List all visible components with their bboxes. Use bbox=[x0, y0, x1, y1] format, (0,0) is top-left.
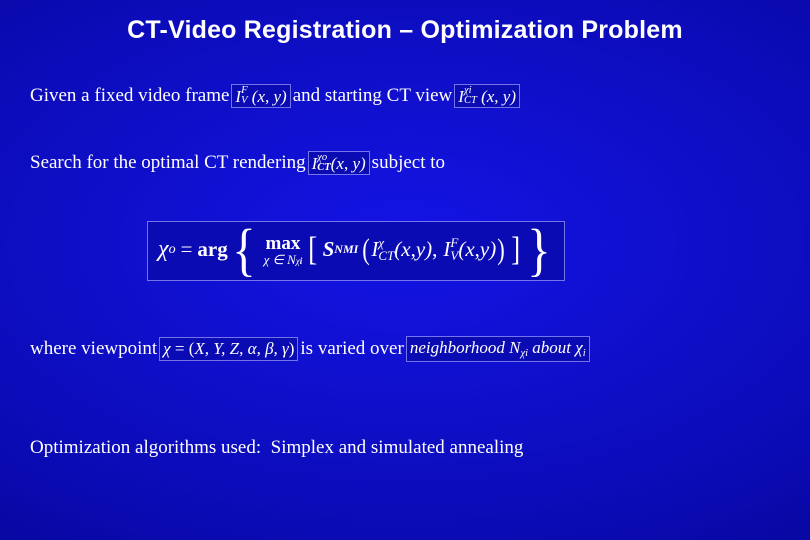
max-operator: max χ ∈ Nχi bbox=[263, 232, 303, 267]
similarity-measure: S NMI bbox=[322, 237, 359, 262]
equation-arg-ct: Iχ CT (x, y), bbox=[371, 235, 438, 263]
line2-text-part2: subject to bbox=[371, 152, 446, 174]
statement-line-4: where viewpoint χ = (X, Y, Z, α, β, γ) i… bbox=[30, 337, 592, 362]
statement-line-5: Optimization algorithms used: Simplex an… bbox=[30, 437, 523, 459]
equation-arg-video: I F V (x, y) bbox=[443, 235, 497, 263]
line5-text: Optimization algorithms used: Simplex an… bbox=[30, 437, 524, 458]
equation-starting-ct-view: Iχi CT (x, y) bbox=[455, 85, 520, 108]
line4-text-part1: where viewpoint bbox=[30, 338, 158, 360]
slide: CT-Video Registration – Optimization Pro… bbox=[0, 0, 810, 540]
equation-neighborhood: neighborhood Nχi about χi bbox=[406, 337, 589, 362]
line1-text-part2: and starting CT view bbox=[292, 85, 453, 107]
bracket-close: ] bbox=[511, 231, 521, 269]
equation-optimization-main: χo = arg { max χ ∈ Nχi [ S NMI ( Iχ CT (x, … bbox=[148, 217, 565, 282]
equation-lhs: χo = arg bbox=[158, 236, 228, 263]
statement-line-2: Search for the optimal CT rendering Iχo C… bbox=[30, 152, 446, 175]
equation-viewpoint-vector: χ = (X, Y, Z, α, β, γ) bbox=[160, 338, 298, 360]
brace-close: } bbox=[526, 217, 551, 282]
statement-line-1: Given a fixed video frame IFV (x, y) and… bbox=[30, 85, 522, 108]
brace-open: { bbox=[231, 217, 256, 282]
page-title: CT-Video Registration – Optimization Pro… bbox=[127, 16, 683, 44]
line2-text-part1: Search for the optimal CT rendering bbox=[30, 152, 306, 174]
paren-open: ( bbox=[362, 232, 371, 266]
line4-text-part2: is varied over bbox=[300, 338, 404, 360]
equation-fixed-video-frame: IFV (x, y) bbox=[232, 85, 290, 108]
paren-close: ) bbox=[497, 232, 506, 266]
equation-optimal-ct-rendering: Iχo CT (x, y) bbox=[308, 152, 369, 175]
line1-text-part1: Given a fixed video frame bbox=[30, 85, 230, 107]
bracket-open: [ bbox=[308, 231, 318, 269]
